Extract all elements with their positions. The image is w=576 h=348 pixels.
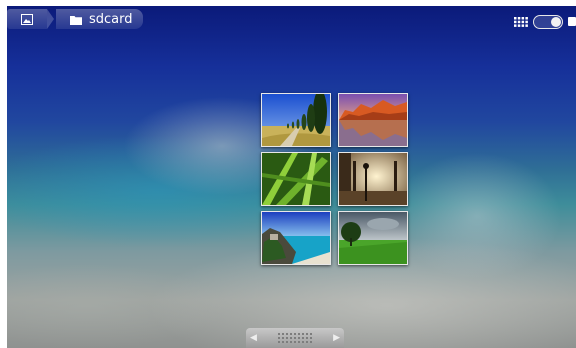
thumbnail-cypress-road[interactable] [261,93,331,147]
folder-icon [70,10,82,29]
folder-label: sdcard [89,11,133,27]
gallery-home-button[interactable] [7,9,54,29]
green-field-image [339,212,407,264]
canyon-lake-image [339,94,407,146]
thumbnail-canyon-lake-sunset[interactable] [338,93,408,147]
venice-plaza-image [339,153,407,205]
grid-view-icon[interactable] [514,12,528,31]
arrow-right-icon[interactable]: ▶ [333,333,340,343]
breadcrumb-folder-sdcard[interactable]: sdcard [56,9,143,29]
photo-stack-grid [261,93,408,265]
green-grass-image [262,153,330,205]
view-controls [514,12,576,31]
thumbnail-tropical-coast[interactable] [261,211,331,265]
tropical-coast-image [262,212,330,264]
arrow-left-icon[interactable]: ◀ [250,333,257,343]
camera-icon[interactable] [568,12,576,31]
gallery-screen: sdcard ◀ ▶ [7,6,576,348]
breadcrumb: sdcard [7,9,143,29]
thumbnail-green-grass[interactable] [261,152,331,206]
thumbnail-green-field[interactable] [338,211,408,265]
scrubber-grip[interactable] [278,333,312,343]
toggle-knob [551,16,561,27]
film-strip-scrubber[interactable]: ◀ ▶ [246,328,344,348]
image-icon [21,10,33,29]
thumbnail-venice-plaza[interactable] [338,152,408,206]
cypress-road-image [262,94,330,146]
toggle-switch-icon[interactable] [533,14,563,29]
